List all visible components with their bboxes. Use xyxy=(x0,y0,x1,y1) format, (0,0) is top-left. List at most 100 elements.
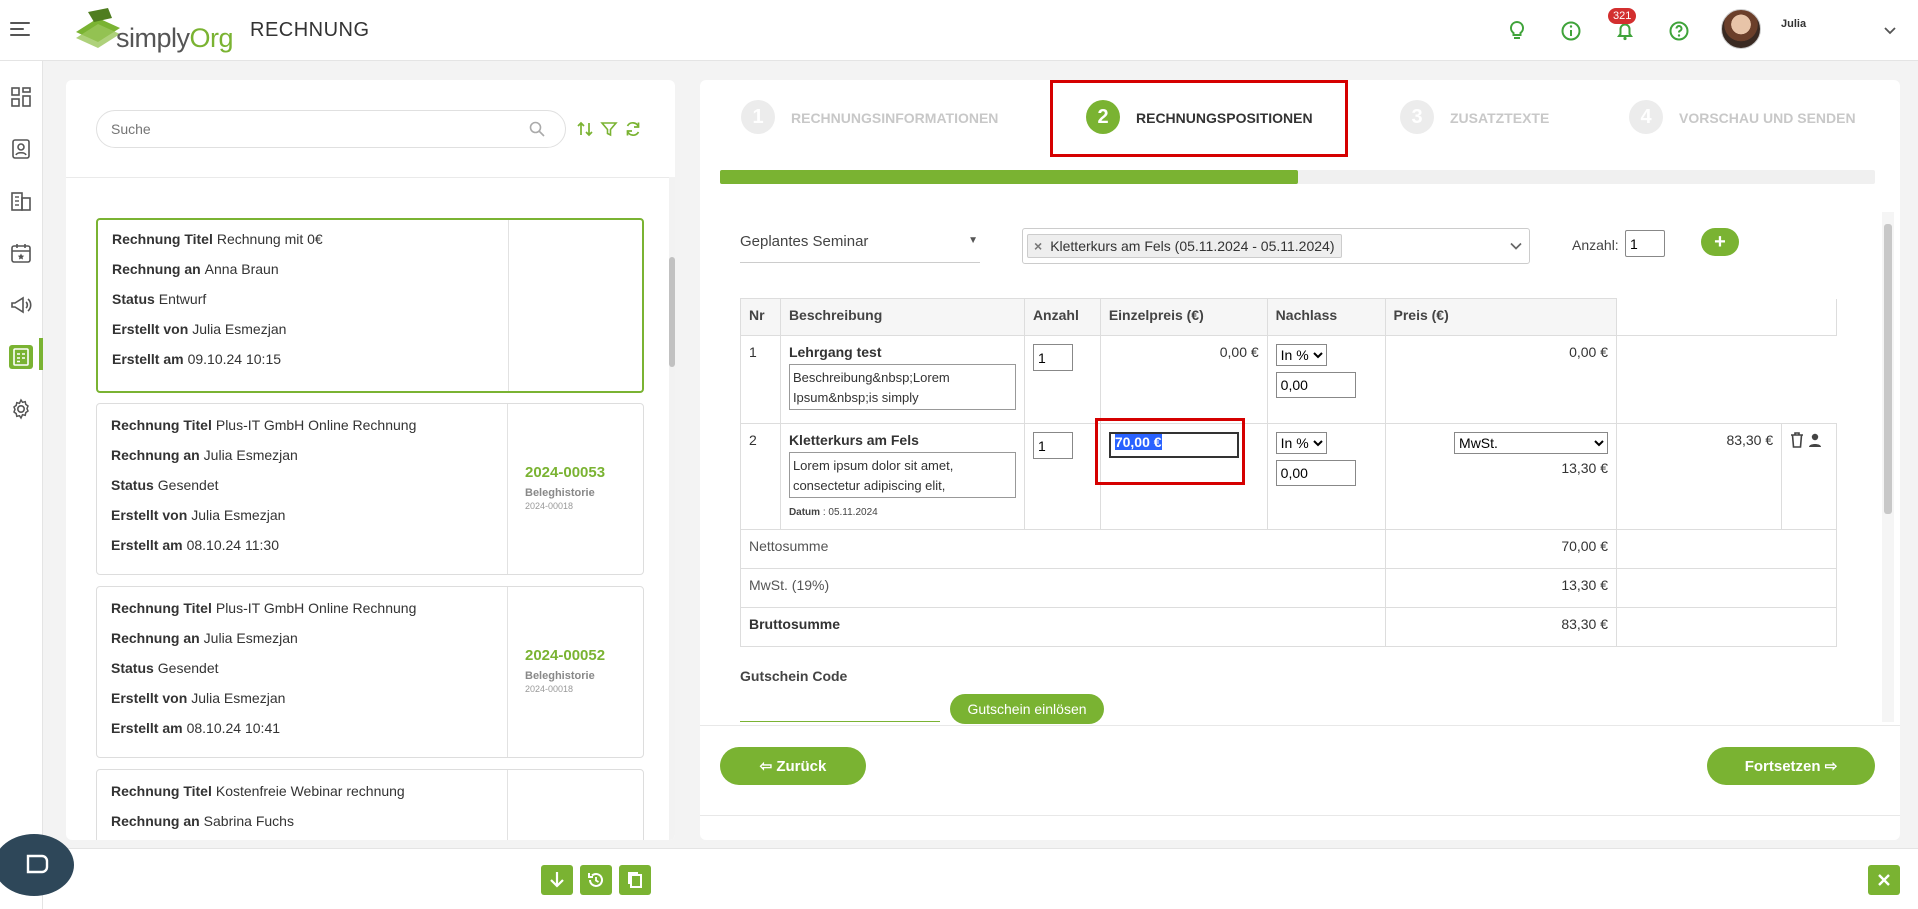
invoice-card[interactable]: Rechnung Titel Kostenfreie Webinar rechnu… xyxy=(96,769,644,840)
card-recipient: Rechnung an Anna Braun xyxy=(112,261,279,277)
sum-value: 83,30 € xyxy=(1384,607,1618,647)
quantity-field[interactable] xyxy=(1032,344,1073,371)
step-number: 1 xyxy=(741,100,775,134)
step-label: RECHNUNGSINFORMATIONEN xyxy=(791,110,999,126)
list-scrollbar[interactable] xyxy=(669,177,675,840)
notification-badge: 321 xyxy=(1608,8,1637,24)
empty-cell xyxy=(1616,529,1837,569)
seminar-select[interactable]: Geplantes Seminar ▼ xyxy=(740,233,980,263)
content-scrollbar[interactable] xyxy=(1882,212,1894,722)
step-label: VORSCHAU UND SENDEN xyxy=(1679,110,1856,126)
search-icon[interactable] xyxy=(528,120,546,138)
sort-icon[interactable] xyxy=(576,120,594,138)
back-button[interactable]: ⇦ Zurück xyxy=(720,747,866,785)
calendar-icon[interactable] xyxy=(9,241,33,265)
buildings-icon[interactable] xyxy=(9,189,33,213)
card-title: Rechnung Titel Rechnung mit 0€ xyxy=(112,231,323,247)
positions-table: Nr Beschreibung Anzahl Einzelpreis (€) N… xyxy=(740,298,1837,647)
help-icon[interactable] xyxy=(1668,20,1690,42)
invoice-card[interactable]: Rechnung Titel Plus-IT GmbH Online Rechnu… xyxy=(96,403,644,575)
column-header: Nr xyxy=(740,298,781,336)
invoice-card[interactable]: Rechnung Titel Plus-IT GmbH Online Rechnu… xyxy=(96,586,644,758)
info-icon[interactable] xyxy=(1560,20,1582,42)
card-created-at: Erstellt am 09.10.24 10:15 xyxy=(112,351,282,367)
search-input[interactable] xyxy=(96,110,566,148)
user-name: Julia xyxy=(1781,18,1807,30)
invoice-number: 2024-00053 xyxy=(525,464,606,481)
footer-bar xyxy=(43,848,1918,909)
discount-field[interactable] xyxy=(1275,372,1356,398)
copy-icon xyxy=(628,872,642,888)
chevron-down-icon[interactable] xyxy=(1882,22,1898,38)
contacts-icon[interactable] xyxy=(9,137,33,161)
invoice-editor-panel: 1 RECHNUNGSINFORMATIONEN 2 RECHNUNGSPOSI… xyxy=(700,80,1900,840)
copy-button[interactable] xyxy=(619,865,651,895)
dashboard-icon[interactable] xyxy=(9,85,33,109)
continue-button[interactable]: Fortsetzen ⇨ xyxy=(1707,747,1875,785)
invoice-card[interactable]: Rechnung Titel Rechnung mit 0€ Rechnung a… xyxy=(96,218,644,393)
column-header-empty xyxy=(1781,298,1837,336)
selected-seminar-chip[interactable]: × Kletterkurs am Fels (05.11.2024 - 05.11… xyxy=(1027,234,1342,258)
row-quantity xyxy=(1023,335,1101,424)
filter-icon[interactable] xyxy=(600,120,618,138)
column-header: Preis (€) xyxy=(1384,298,1618,336)
invoice-number: 2024-00052 xyxy=(525,647,606,664)
lightbulb-icon[interactable] xyxy=(1506,20,1528,42)
user-icon[interactable] xyxy=(1808,432,1822,448)
remove-chip-icon[interactable]: × xyxy=(1034,238,1042,254)
logo-text: simplyOrg xyxy=(116,23,234,53)
row-price: 83,30 € xyxy=(1616,423,1783,530)
discount-type-select[interactable]: In % xyxy=(1275,344,1327,366)
row-number: 2 xyxy=(740,423,781,530)
close-button[interactable] xyxy=(1868,865,1900,895)
menu-icon[interactable] xyxy=(10,22,30,38)
top-bar: simplyOrg RECHNUNG 321 Julia xyxy=(0,0,1918,61)
card-recipient: Rechnung an Sabrina Fuchs xyxy=(111,813,294,829)
invoice-icon[interactable] xyxy=(9,345,33,369)
row-quantity xyxy=(1023,423,1101,530)
empty-cell xyxy=(1616,335,1782,424)
chevron-down-icon[interactable] xyxy=(1509,239,1523,253)
side-nav xyxy=(0,61,43,909)
add-position-button[interactable]: + xyxy=(1701,228,1739,256)
history-label: Beleghistorie xyxy=(525,670,595,682)
step-number: 4 xyxy=(1629,100,1663,134)
sum-value: 70,00 € xyxy=(1384,529,1618,569)
card-divider xyxy=(507,587,508,757)
card-status: Status Gesendet xyxy=(111,477,219,493)
logo[interactable]: simplyOrg xyxy=(72,8,234,53)
close-icon xyxy=(1878,874,1890,886)
seminar-multiselect[interactable]: × Kletterkurs am Fels (05.11.2024 - 05.11… xyxy=(1022,228,1530,264)
history-icon xyxy=(588,872,603,887)
trash-icon[interactable] xyxy=(1790,432,1804,448)
row-discount: In % xyxy=(1266,423,1386,530)
divider xyxy=(700,815,1900,816)
unit-price-input[interactable]: 70,00 € xyxy=(1108,432,1239,458)
refresh-icon[interactable] xyxy=(624,120,642,138)
step-label: ZUSATZTEXTE xyxy=(1450,110,1550,126)
divider xyxy=(66,177,675,178)
column-header: Nachlass xyxy=(1266,298,1386,336)
step-number: 3 xyxy=(1400,100,1434,134)
quantity-input[interactable] xyxy=(1625,230,1665,257)
description-textarea[interactable]: Lorem ipsum dolor sit amet, consectetur … xyxy=(788,452,1016,498)
sum-label: Nettosumme xyxy=(740,529,1386,569)
history-button[interactable] xyxy=(580,865,612,895)
card-title: Rechnung Titel Kostenfreie Webinar rechnu… xyxy=(111,783,405,799)
tax-select[interactable]: MwSt. xyxy=(1454,432,1609,454)
discount-field[interactable] xyxy=(1275,460,1356,486)
discount-type-select[interactable]: In % xyxy=(1275,432,1327,454)
redeem-voucher-button[interactable]: Gutschein einlösen xyxy=(950,694,1104,724)
quantity-field[interactable] xyxy=(1032,432,1073,459)
megaphone-icon[interactable] xyxy=(9,293,33,317)
settings-icon[interactable] xyxy=(9,397,33,421)
avatar[interactable] xyxy=(1721,9,1761,49)
invoice-list-panel: Rechnung TitelRechnung mit 0€ Rechnung a… xyxy=(66,80,675,840)
voucher-input[interactable] xyxy=(740,692,940,722)
column-header: Beschreibung xyxy=(779,298,1025,336)
tax-amount: 13,30 € xyxy=(1561,460,1609,476)
sum-value: 13,30 € xyxy=(1384,568,1618,608)
divider xyxy=(700,725,1900,726)
download-button[interactable] xyxy=(541,865,573,895)
description-textarea[interactable]: Beschreibung&nbsp;Lorem Ipsum&nbsp;is si… xyxy=(788,364,1016,410)
